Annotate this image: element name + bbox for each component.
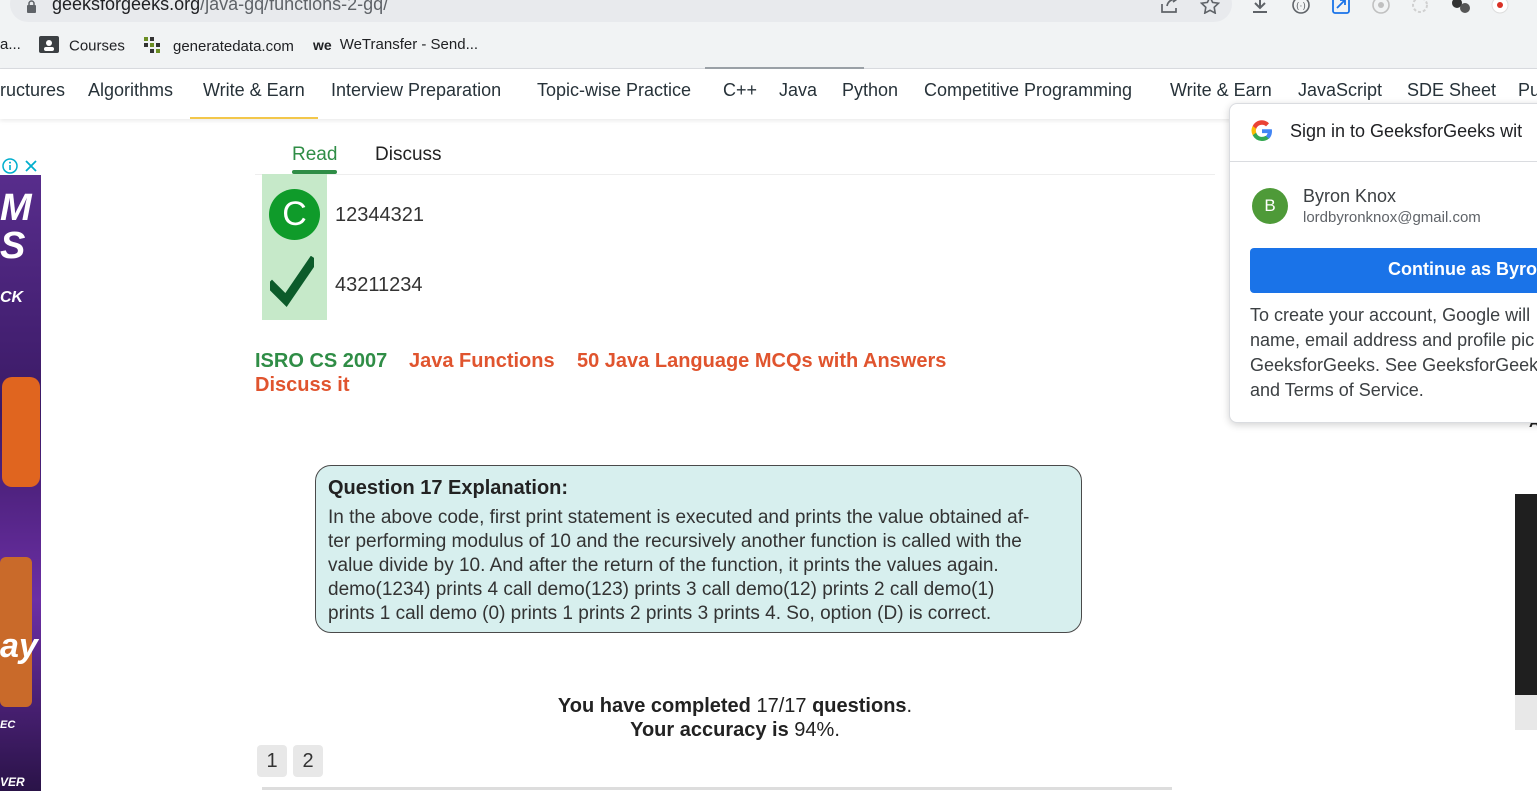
bookmark-item-courses[interactable]: Courses bbox=[39, 36, 125, 57]
ad-text: EC bbox=[0, 719, 16, 731]
lock-icon[interactable] bbox=[26, 0, 37, 16]
tab-discuss[interactable]: Discuss bbox=[375, 144, 442, 166]
bookmark-item-wetransfer[interactable]: we WeTransfer - Send... bbox=[313, 36, 478, 53]
explanation-line: In the above code, first print statement… bbox=[328, 507, 1030, 528]
right-ad-footer bbox=[1515, 695, 1537, 730]
ad-text: CK bbox=[0, 289, 24, 306]
discuss-link[interactable]: Discuss it bbox=[255, 374, 349, 397]
completion-count: 17/17 bbox=[756, 695, 807, 717]
bookmark-label: a... bbox=[0, 36, 21, 53]
google-signin-title: Sign in to GeeksforGeeks wit bbox=[1290, 121, 1523, 141]
ad-text: VER bbox=[0, 775, 25, 789]
nav-item-java[interactable]: Java bbox=[779, 80, 817, 101]
generatedata-icon bbox=[143, 36, 163, 58]
google-divider bbox=[1230, 161, 1537, 162]
download-icon[interactable] bbox=[1251, 0, 1269, 19]
option-c-value[interactable]: 12344321 bbox=[335, 204, 424, 227]
nav-item-topic-wise-practice[interactable]: Topic-wise Practice bbox=[537, 80, 691, 101]
bookmark-label: Courses bbox=[69, 37, 125, 55]
url-path: /java-gq/functions-2-gq/ bbox=[200, 0, 389, 14]
google-logo-icon bbox=[1250, 119, 1274, 143]
ad-close-icon[interactable] bbox=[23, 158, 39, 179]
url-text[interactable]: geeksforgeeks.org/java-gq/functions-2-gq… bbox=[52, 0, 388, 15]
explanation-body: In the above code, first print statement… bbox=[328, 506, 1069, 626]
option-d-value[interactable]: 43211234 bbox=[335, 274, 423, 297]
google-info-line: To create your account, Google will bbox=[1250, 305, 1531, 325]
nav-item-data-structures[interactable]: ructures bbox=[0, 80, 65, 101]
ad-text: ay bbox=[0, 627, 38, 665]
extension-gear-icon[interactable] bbox=[1410, 0, 1430, 19]
page-button-1[interactable]: 1 bbox=[257, 745, 287, 777]
google-info-text: To create your account, Google will name… bbox=[1250, 303, 1537, 403]
nav-item-puzzles[interactable]: Pu bbox=[1518, 80, 1537, 101]
tag-exam[interactable]: ISRO CS 2007 bbox=[255, 350, 387, 373]
nav-item-javascript[interactable]: JavaScript bbox=[1298, 80, 1382, 101]
accuracy-value: 94% bbox=[794, 719, 835, 741]
google-info-line[interactable]: GeeksforGeeks. See GeeksforGeek bbox=[1250, 353, 1537, 378]
nav-item-sde-sheet[interactable]: SDE Sheet bbox=[1407, 80, 1496, 101]
bottom-divider bbox=[262, 787, 1172, 790]
extension-target-icon[interactable] bbox=[1371, 0, 1391, 19]
ad-car-graphic bbox=[2, 377, 40, 487]
ad-text: S bbox=[0, 225, 26, 267]
page-button-2[interactable]: 2 bbox=[293, 745, 323, 777]
nav-top-strip bbox=[705, 67, 864, 69]
ad-info-icon[interactable] bbox=[2, 158, 18, 179]
completion-summary: You have completed 17/17 questions. Your… bbox=[500, 694, 970, 742]
courses-icon bbox=[39, 36, 59, 57]
tag-topic[interactable]: Java Functions bbox=[409, 350, 555, 373]
explanation-title: Question 17 Explanation: bbox=[328, 477, 569, 499]
bookmark-item-1[interactable]: a... bbox=[0, 36, 21, 53]
explanation-line: ter performing modulus of 10 and the rec… bbox=[328, 531, 1022, 552]
completion-line: You have completed 17/17 questions. bbox=[557, 695, 913, 717]
explanation-line: value divide by 10. And after the return… bbox=[328, 555, 999, 576]
nav-item-interview-preparation[interactable]: Interview Preparation bbox=[331, 80, 501, 101]
nav-item-python[interactable]: Python bbox=[842, 80, 898, 101]
extension-record-icon[interactable] bbox=[1490, 0, 1510, 19]
tag-collection[interactable]: 50 Java Language MCQs with Answers bbox=[577, 350, 946, 373]
left-ad-banner[interactable]: M S CK ay EC VER bbox=[0, 157, 41, 791]
explanation-box: Question 17 Explanation: In the above co… bbox=[315, 465, 1082, 633]
nav-item-cpp[interactable]: C++ bbox=[723, 80, 757, 101]
nav-item-write-earn[interactable]: Write & Earn bbox=[203, 80, 305, 101]
bookmark-label: generatedata.com bbox=[173, 37, 294, 55]
extension-molecule-icon[interactable] bbox=[1450, 0, 1472, 19]
account-email[interactable]: lordbyronknox@gmail.com bbox=[1303, 209, 1481, 226]
account-name[interactable]: Byron Knox bbox=[1303, 186, 1396, 207]
tab-read[interactable]: Read bbox=[292, 144, 337, 166]
google-info-line[interactable]: and Terms of Service. bbox=[1250, 378, 1537, 403]
nav-item-algorithms[interactable]: Algorithms bbox=[88, 80, 173, 101]
nav-item-competitive-programming[interactable]: Competitive Programming bbox=[924, 80, 1132, 101]
completion-prefix: You have completed bbox=[557, 695, 751, 717]
svg-text:(·): (·) bbox=[1296, 2, 1306, 12]
extension-bracket-icon[interactable]: (·) bbox=[1290, 0, 1312, 19]
option-c-marker: C bbox=[269, 189, 320, 240]
bookmark-label: WeTransfer - Send... bbox=[339, 36, 479, 53]
nav-item-write-earn-2[interactable]: Write & Earn bbox=[1170, 80, 1272, 101]
continue-as-label: Continue as Byron bbox=[1388, 259, 1537, 279]
avatar[interactable]: B bbox=[1252, 188, 1288, 224]
accuracy-label: Your accuracy is bbox=[630, 719, 789, 741]
completion-suffix: questions bbox=[812, 695, 907, 717]
nav-active-underline bbox=[190, 117, 318, 119]
url-host: geeksforgeeks.org bbox=[52, 0, 201, 14]
correct-check-icon bbox=[265, 255, 319, 308]
wetransfer-icon: we bbox=[313, 37, 332, 54]
explanation-line: prints 1 call demo (0) prints 1 prints 2… bbox=[328, 603, 992, 624]
bookmark-item-generatedata[interactable]: generatedata.com bbox=[143, 36, 294, 58]
accuracy-line: Your accuracy is 94%. bbox=[630, 719, 840, 741]
share-icon[interactable] bbox=[1160, 0, 1180, 19]
extension-expand-icon[interactable] bbox=[1331, 0, 1351, 19]
ad-text: M bbox=[0, 187, 32, 229]
google-info-line: name, email address and profile pic bbox=[1250, 330, 1535, 350]
star-icon[interactable] bbox=[1199, 0, 1221, 19]
explanation-line: demo(1234) prints 4 call demo(123) print… bbox=[328, 579, 995, 600]
